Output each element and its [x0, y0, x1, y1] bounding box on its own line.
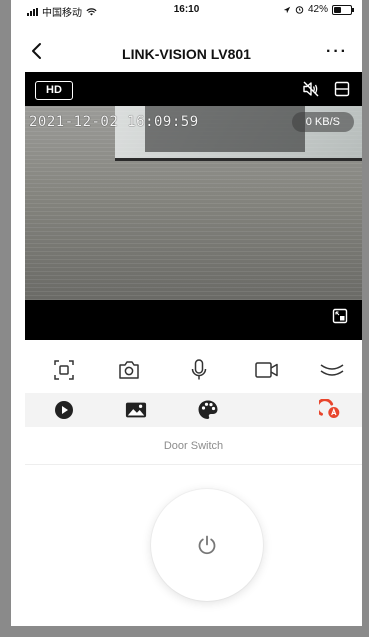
picture-in-picture-icon[interactable] [332, 308, 348, 324]
camera-icon[interactable] [115, 356, 143, 384]
mute-icon[interactable] [302, 80, 320, 98]
layout-icon[interactable] [334, 81, 350, 97]
microphone-icon[interactable] [185, 356, 213, 384]
player-top-bar: HD [25, 72, 362, 106]
player-bottom-bar [25, 300, 362, 340]
collapse-icon[interactable] [318, 356, 346, 384]
camera-toolbar [25, 354, 362, 388]
page-title: LINK-VISION LV801 [122, 46, 251, 62]
playback-icon[interactable] [53, 399, 75, 421]
more-dots-icon[interactable]: ··· [326, 43, 348, 61]
door-switch-label: Door Switch [25, 428, 362, 465]
video-player[interactable]: HD 2021-12-02 16:09:59 0 KB/S [25, 72, 362, 340]
status-bar: 中国移动 16:10 42% [11, 0, 362, 20]
alarm-icon [295, 6, 304, 14]
video-timestamp: 2021-12-02 16:09:59 [29, 114, 199, 130]
screen-record-icon[interactable] [50, 356, 78, 384]
feature-tabs [25, 393, 362, 427]
hd-quality-button[interactable]: HD [35, 81, 73, 100]
door-switch-panel [25, 465, 362, 626]
door-switch-icon[interactable] [319, 399, 341, 421]
video-icon[interactable] [253, 356, 281, 384]
status-right: 42% [283, 4, 354, 15]
location-icon [283, 6, 291, 13]
door-switch-power-button[interactable] [151, 489, 263, 601]
battery-level [334, 6, 341, 13]
theme-icon[interactable] [197, 399, 219, 421]
battery-percent: 42% [307, 4, 328, 15]
power-icon [198, 535, 216, 555]
gallery-icon[interactable] [125, 399, 147, 421]
phone-screen: 中国移动 16:10 42% LINK-VISION LV801 ··· HD … [11, 0, 362, 626]
camera-video-feed[interactable]: 2021-12-02 16:09:59 0 KB/S [25, 106, 362, 300]
stream-speed-badge: 0 KB/S [291, 112, 354, 132]
nav-bar: LINK-VISION LV801 ··· [11, 38, 362, 66]
battery-icon [332, 4, 354, 15]
